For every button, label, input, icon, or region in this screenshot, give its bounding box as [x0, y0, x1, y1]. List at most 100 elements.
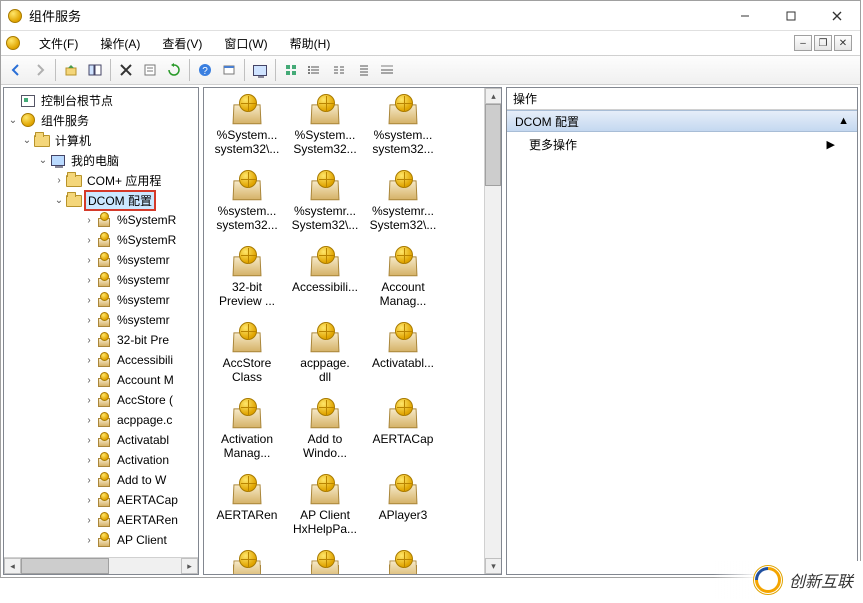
nav-forward[interactable] — [29, 59, 51, 81]
nav-back[interactable] — [5, 59, 27, 81]
twister-closed-icon[interactable]: › — [82, 215, 96, 226]
tree-item[interactable]: ›%SystemR — [4, 210, 198, 230]
show-hide-tree-icon[interactable] — [84, 59, 106, 81]
twister-closed-icon[interactable]: › — [82, 435, 96, 446]
computer-icon[interactable] — [249, 59, 271, 81]
scroll-track[interactable] — [485, 104, 501, 558]
maximize-button[interactable] — [768, 1, 814, 31]
tree-complus[interactable]: › COM+ 应用程 — [4, 170, 198, 190]
tree-item[interactable]: ›Account M — [4, 370, 198, 390]
close-button[interactable] — [814, 1, 860, 31]
list-item[interactable]: 32-bitPreview ... — [208, 246, 286, 322]
up-icon[interactable] — [60, 59, 82, 81]
view-detail-icon[interactable] — [376, 59, 398, 81]
list-item[interactable]: %systemr...System32\... — [286, 170, 364, 246]
tree-item[interactable]: ›AERTARen — [4, 510, 198, 530]
scroll-down-icon[interactable]: ▾ — [485, 558, 502, 574]
twister-closed-icon[interactable]: › — [82, 375, 96, 386]
twister-open-icon[interactable]: ⌄ — [52, 195, 66, 206]
tree-mypc[interactable]: ⌄ 我的电脑 — [4, 150, 198, 170]
scroll-thumb[interactable] — [485, 104, 501, 186]
actions-selected[interactable]: DCOM 配置 ▲ — [507, 110, 857, 132]
list-item[interactable] — [286, 550, 364, 574]
window-list-icon[interactable] — [218, 59, 240, 81]
actions-more[interactable]: 更多操作 ▶ — [507, 132, 857, 156]
tree-item[interactable]: ›32-bit Pre — [4, 330, 198, 350]
list-item[interactable]: %system...system32... — [208, 170, 286, 246]
tree-item[interactable]: ›Accessibili — [4, 350, 198, 370]
tree-item[interactable]: ›acppage.c — [4, 410, 198, 430]
menu-help[interactable]: 帮助(H) — [284, 33, 337, 54]
delete-icon[interactable] — [115, 59, 137, 81]
list-item[interactable]: %System...system32\... — [208, 94, 286, 170]
list-item[interactable]: %System...System32... — [286, 94, 364, 170]
twister-open-icon[interactable]: ⌄ — [36, 155, 50, 166]
tree-hscrollbar[interactable]: ◂ ▸ — [4, 557, 198, 574]
tree-computers[interactable]: ⌄ 计算机 — [4, 130, 198, 150]
help-icon[interactable]: ? — [194, 59, 216, 81]
view-large-icon[interactable] — [304, 59, 326, 81]
list-item[interactable]: acppage.dll — [286, 322, 364, 398]
twister-closed-icon[interactable]: › — [82, 235, 96, 246]
twister-closed-icon[interactable]: › — [82, 475, 96, 486]
view-status-icon[interactable] — [280, 59, 302, 81]
mdi-minimize[interactable]: ‒ — [794, 35, 812, 51]
scroll-thumb[interactable] — [21, 558, 109, 574]
list-item[interactable] — [208, 550, 286, 574]
tree-item[interactable]: ›%systemr — [4, 310, 198, 330]
tree-dcom[interactable]: ⌄ DCOM 配置 — [4, 190, 198, 210]
tree-root[interactable]: 控制台根节点 — [4, 90, 198, 110]
mdi-close[interactable]: ✕ — [834, 35, 852, 51]
tree-item[interactable]: ›%systemr — [4, 270, 198, 290]
twister-closed-icon[interactable]: › — [82, 395, 96, 406]
menu-file[interactable]: 文件(F) — [33, 33, 84, 54]
refresh-icon[interactable] — [163, 59, 185, 81]
tree-item[interactable]: ›Activation — [4, 450, 198, 470]
twister-closed-icon[interactable]: › — [82, 495, 96, 506]
icon-list[interactable]: %System...system32\...%System...System32… — [204, 88, 484, 574]
view-list-icon[interactable] — [352, 59, 374, 81]
twister-closed-icon[interactable]: › — [82, 355, 96, 366]
list-item[interactable]: AP ClientHxHelpPa... — [286, 474, 364, 550]
collapse-icon[interactable]: ▲ — [838, 115, 849, 127]
tree-item[interactable]: ›Activatabl — [4, 430, 198, 450]
menu-window[interactable]: 窗口(W) — [218, 33, 273, 54]
menu-action[interactable]: 操作(A) — [94, 33, 146, 54]
list-item[interactable]: AERTACap — [364, 398, 442, 474]
scroll-left-icon[interactable]: ◂ — [4, 558, 21, 574]
twister-closed-icon[interactable]: › — [82, 275, 96, 286]
menu-view[interactable]: 查看(V) — [156, 33, 208, 54]
twister-closed-icon[interactable]: › — [82, 295, 96, 306]
twister-closed-icon[interactable]: › — [82, 255, 96, 266]
list-item[interactable]: Add toWindo... — [286, 398, 364, 474]
twister-open-icon[interactable]: ⌄ — [20, 135, 34, 146]
properties-icon[interactable] — [139, 59, 161, 81]
twister-open-icon[interactable]: ⌄ — [6, 115, 20, 126]
scroll-right-icon[interactable]: ▸ — [181, 558, 198, 574]
tree-item[interactable]: ›Add to W — [4, 470, 198, 490]
twister-closed-icon[interactable]: › — [82, 415, 96, 426]
tree-item[interactable]: ›%systemr — [4, 290, 198, 310]
list-item[interactable]: Activatabl... — [364, 322, 442, 398]
twister-closed-icon[interactable]: › — [82, 515, 96, 526]
list-item[interactable] — [364, 550, 442, 574]
list-item[interactable]: APlayer3 — [364, 474, 442, 550]
list-item[interactable]: ActivationManag... — [208, 398, 286, 474]
tree-item[interactable]: ›%SystemR — [4, 230, 198, 250]
tree-item[interactable]: ›AP Client — [4, 530, 198, 550]
list-item[interactable]: AERTARen — [208, 474, 286, 550]
list-item[interactable]: %system...system32... — [364, 94, 442, 170]
tree-comsvc[interactable]: ⌄ 组件服务 — [4, 110, 198, 130]
view-small-icon[interactable] — [328, 59, 350, 81]
twister-closed-icon[interactable]: › — [82, 455, 96, 466]
scroll-track[interactable] — [21, 558, 181, 574]
twister-closed-icon[interactable]: › — [82, 535, 96, 546]
tree-item[interactable]: ›%systemr — [4, 250, 198, 270]
list-item[interactable]: Accessibili... — [286, 246, 364, 322]
scroll-up-icon[interactable]: ▴ — [485, 88, 502, 104]
tree[interactable]: 控制台根节点 ⌄ 组件服务 ⌄ 计算机 ⌄ 我的电脑 — [4, 88, 198, 557]
list-item[interactable]: %systemr...System32\... — [364, 170, 442, 246]
mdi-restore[interactable]: ❐ — [814, 35, 832, 51]
minimize-button[interactable] — [722, 1, 768, 31]
tree-item[interactable]: ›AERTACap — [4, 490, 198, 510]
